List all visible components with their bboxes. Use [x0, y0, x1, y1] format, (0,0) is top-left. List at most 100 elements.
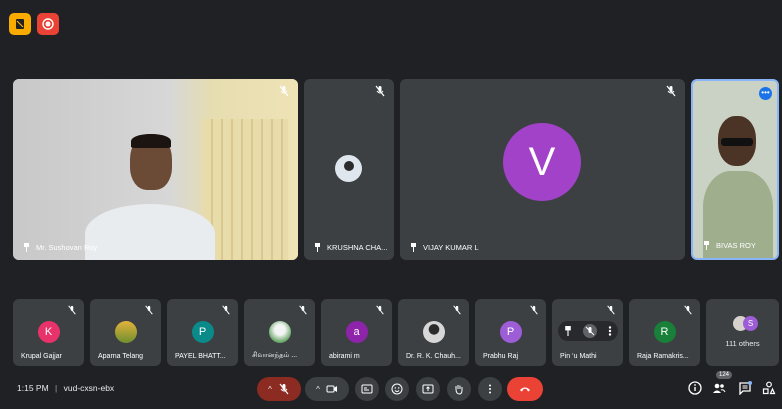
video-tile-mathi[interactable]: Pin ‘u Mathi	[552, 299, 623, 366]
pin-icon[interactable]	[314, 243, 321, 252]
people-button[interactable]: 124	[712, 371, 733, 395]
avatar-letter: P	[198, 326, 207, 338]
video-tile-payel[interactable]: P PAYEL BHATT...	[167, 299, 238, 366]
activities-icon[interactable]	[762, 381, 776, 395]
mic-off-icon	[279, 85, 289, 97]
participant-avatar: R	[653, 321, 676, 343]
participant-avatar: a	[345, 321, 368, 343]
people-icon	[713, 383, 726, 393]
participant-avatar	[335, 155, 362, 182]
video-tile-krupal[interactable]: K Krupal Gajjar	[13, 299, 84, 366]
avatar-letter: P	[506, 326, 515, 338]
captions-button[interactable]	[355, 377, 379, 401]
meeting-code: vud-cxsn-ebx	[63, 383, 115, 393]
others-count-label: 111 others	[725, 339, 760, 348]
video-tile-krushna[interactable]: KRUSHNA CHA...	[304, 79, 394, 260]
hand-icon	[455, 385, 463, 395]
video-tile-prabhu[interactable]: P Prabhu Raj	[475, 299, 546, 366]
more-vert-icon	[489, 384, 491, 394]
mic-off-icon	[222, 305, 230, 315]
participant-name: Krupal Gajjar	[21, 353, 62, 360]
mic-off-icon	[375, 85, 385, 97]
tile-name-label: KRUSHNA CHA...	[314, 243, 387, 252]
present-screen-icon	[422, 384, 434, 394]
participant-name: Aparna Telang	[98, 353, 144, 360]
people-count-badge: 124	[716, 371, 733, 379]
tile-name-label: BIVAS ROY	[703, 241, 756, 250]
more-options-icon[interactable]	[608, 326, 612, 336]
participant-name: VIJAY KUMAR L	[423, 243, 479, 252]
participant-avatar	[114, 321, 137, 343]
record-icon[interactable]	[37, 13, 59, 35]
separator: |	[55, 383, 58, 393]
avatar-letter: V	[528, 139, 556, 184]
more-options-icon[interactable]: •••	[759, 87, 772, 100]
tile-hover-controls	[558, 321, 618, 341]
mic-off-icon	[145, 305, 153, 315]
participant-name: Prabhu Raj	[483, 353, 519, 360]
camera-toggle-group[interactable]: ^	[305, 377, 349, 401]
chevron-up-icon[interactable]: ^	[316, 385, 320, 394]
pin-icon[interactable]	[703, 241, 710, 250]
participant-name: Raja Ramakris...	[637, 353, 689, 360]
video-tile-abirami[interactable]: a abirami m	[321, 299, 392, 366]
camera-icon[interactable]	[326, 383, 338, 395]
participant-name: BIVAS ROY	[716, 241, 756, 250]
pin-icon[interactable]	[410, 243, 417, 252]
mic-off-icon	[530, 305, 538, 315]
participant-name: Dr. R. K. Chauh...	[406, 353, 461, 360]
participant-name: Mr. Sushovan Roy	[36, 243, 98, 252]
mic-toggle-group[interactable]: ^	[257, 377, 301, 401]
mic-off-icon	[607, 305, 615, 315]
avatar-letter: R	[660, 326, 669, 338]
mic-off-icon	[299, 305, 307, 315]
video-tile-aparna[interactable]: Aparna Telang	[90, 299, 161, 366]
more-options-button[interactable]	[478, 377, 502, 401]
participant-silhouette	[703, 116, 773, 258]
captions-icon	[361, 384, 373, 394]
participant-avatar	[422, 321, 445, 343]
participant-avatar: V	[503, 123, 581, 201]
participant-name: KRUSHNA CHA...	[327, 243, 388, 252]
mic-off-icon	[376, 305, 384, 315]
mic-off-icon	[453, 305, 461, 315]
participant-avatar	[268, 321, 291, 343]
reactions-button[interactable]	[385, 377, 409, 401]
pin-icon[interactable]	[564, 326, 572, 336]
current-time: 1:15 PM	[17, 383, 49, 393]
present-button[interactable]	[416, 377, 440, 401]
mic-off-icon[interactable]	[278, 383, 290, 395]
video-tile-sushovan[interactable]: Mr. Sushovan Roy	[13, 79, 298, 260]
video-tile-raja[interactable]: R Raja Ramakris...	[629, 299, 700, 366]
tile-name-label: Mr. Sushovan Roy	[23, 243, 97, 252]
participant-avatar: P	[499, 321, 522, 343]
video-tile-vijay[interactable]: V VIJAY KUMAR L	[400, 79, 685, 260]
mic-off-icon	[684, 305, 692, 315]
leave-call-button[interactable]	[507, 377, 543, 401]
avatar-letter: a	[353, 326, 360, 338]
chat-icon[interactable]	[738, 381, 752, 395]
video-tile-bivas[interactable]: ••• BIVAS ROY	[691, 79, 779, 260]
mic-off-icon	[68, 305, 76, 315]
files-icon[interactable]	[9, 13, 31, 35]
meeting-details-icon[interactable]	[688, 381, 702, 395]
participant-avatar: K	[37, 321, 60, 343]
participant-silhouette	[85, 134, 215, 260]
participant-name: சிவானந்தம் ...	[252, 352, 298, 359]
raise-hand-button[interactable]	[447, 377, 471, 401]
meeting-info: 1:15 PM | vud-cxsn-ebx	[17, 383, 114, 393]
avatar-letter: K	[44, 326, 53, 338]
participant-name: PAYEL BHATT...	[175, 353, 226, 360]
video-tile-chauhan[interactable]: Dr. R. K. Chauh...	[398, 299, 469, 366]
pin-icon[interactable]	[23, 243, 30, 252]
avatar-letter: S	[743, 316, 758, 331]
video-tile-sivanantham[interactable]: சிவானந்தம் ...	[244, 299, 315, 366]
participant-avatar: P	[191, 321, 214, 343]
mic-off-icon	[666, 85, 676, 97]
participant-name: abirami m	[329, 353, 360, 360]
others-tile[interactable]: S 111 others	[706, 299, 779, 366]
mute-participant-icon[interactable]	[582, 324, 597, 338]
bottom-toolbar: 1:15 PM | vud-cxsn-ebx ^ ^ 124	[0, 369, 782, 409]
chevron-up-icon[interactable]: ^	[268, 385, 272, 394]
window-blinds	[203, 119, 288, 260]
